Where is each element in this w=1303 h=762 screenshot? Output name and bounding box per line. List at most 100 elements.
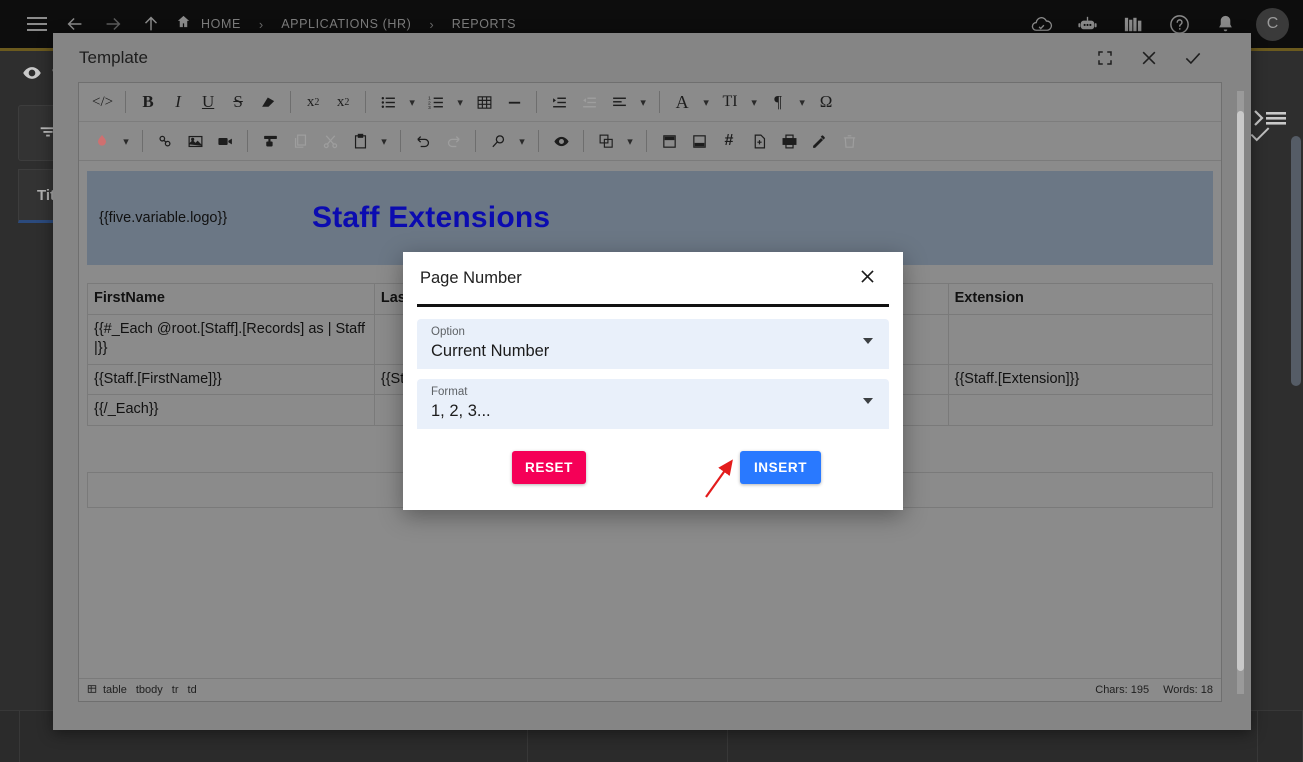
table-cell[interactable]: {{Staff.[FirstName]}} xyxy=(88,364,375,395)
outdent-icon[interactable] xyxy=(574,88,604,117)
printer-icon[interactable] xyxy=(774,127,804,156)
element-path-icon xyxy=(87,684,97,697)
font-size-chevron-down-icon[interactable]: ▾ xyxy=(745,88,763,117)
page-number-modal-actions: RESET INSERT xyxy=(417,439,889,484)
table-header-cell: FirstName xyxy=(88,284,375,315)
page-number-modal-header: Page Number xyxy=(403,252,903,304)
font-family-button[interactable]: A xyxy=(667,88,697,117)
page-header-icon[interactable] xyxy=(654,127,684,156)
font-size-button[interactable]: TI xyxy=(715,88,745,117)
copy-icon[interactable] xyxy=(285,127,315,156)
italic-button[interactable]: I xyxy=(163,88,193,117)
edit-pencil-icon[interactable] xyxy=(804,127,834,156)
page-scrollbar-track[interactable] xyxy=(1289,51,1303,710)
insert-image-icon[interactable] xyxy=(180,127,210,156)
table-cell[interactable]: {{/_Each}} xyxy=(88,395,375,426)
bold-button[interactable]: B xyxy=(133,88,163,117)
breadcrumb: HOME › APPLICATIONS (HR) › REPORTS xyxy=(176,14,524,34)
insert-button[interactable]: INSERT xyxy=(740,451,821,484)
check-icon[interactable] xyxy=(1181,46,1205,70)
undo-icon[interactable] xyxy=(408,127,438,156)
format-select-label: Format xyxy=(431,385,877,399)
toolbar-separator xyxy=(536,91,537,113)
close-icon[interactable] xyxy=(852,263,883,294)
numbered-list-chevron-down-icon[interactable]: ▾ xyxy=(451,88,469,117)
toolbar-separator xyxy=(365,91,366,113)
table-header-cell: Extension xyxy=(948,284,1212,315)
status-path-item[interactable]: tr xyxy=(172,684,179,696)
text-color-chevron-down-icon[interactable]: ▾ xyxy=(117,127,135,156)
option-select[interactable]: Option Current Number xyxy=(417,319,889,369)
superscript-button[interactable]: x2 xyxy=(298,88,328,117)
close-icon[interactable] xyxy=(1137,46,1161,70)
page-break-icon[interactable] xyxy=(744,127,774,156)
page-footer-icon[interactable] xyxy=(684,127,714,156)
format-select[interactable]: Format 1, 2, 3... xyxy=(417,379,889,429)
source-code-button[interactable]: </> xyxy=(87,88,118,117)
subscript-button[interactable]: x2 xyxy=(328,88,358,117)
template-dialog-titlebar: Template xyxy=(53,33,1251,82)
insert-link-icon[interactable] xyxy=(150,127,180,156)
paragraph-style-button[interactable]: ¶ xyxy=(763,88,793,117)
insert-table-icon[interactable] xyxy=(469,88,499,117)
editor-status-bar: table tbody tr td Chars: 195 Words: 18 xyxy=(79,678,1221,701)
document-header-band: {{five.variable.logo}} Staff Extensions xyxy=(87,171,1213,265)
table-cell[interactable]: {{#_Each @root.[Staff].[Records] as | St… xyxy=(88,314,375,364)
page-scrollbar-thumb[interactable] xyxy=(1291,136,1301,386)
underline-button[interactable]: U xyxy=(193,88,223,117)
paragraph-style-chevron-down-icon[interactable]: ▾ xyxy=(793,88,811,117)
paste-chevron-down-icon[interactable]: ▾ xyxy=(375,127,393,156)
page-number-button[interactable]: # xyxy=(714,127,744,156)
insert-video-icon[interactable] xyxy=(210,127,240,156)
toolbar-separator xyxy=(400,130,401,152)
toolbar-separator xyxy=(583,130,584,152)
bullet-list-chevron-down-icon[interactable]: ▾ xyxy=(403,88,421,117)
indent-icon[interactable] xyxy=(544,88,574,117)
align-chevron-down-icon[interactable]: ▾ xyxy=(634,88,652,117)
template-layers-icon[interactable] xyxy=(591,127,621,156)
reset-button[interactable]: RESET xyxy=(512,451,586,484)
home-icon[interactable] xyxy=(176,14,191,34)
eye-icon xyxy=(22,63,42,86)
bullet-list-icon[interactable] xyxy=(373,88,403,117)
fullscreen-icon[interactable] xyxy=(1093,46,1117,70)
format-select-value: 1, 2, 3... xyxy=(431,399,877,423)
logo-variable-text: {{five.variable.logo}} xyxy=(87,210,312,226)
strikethrough-button[interactable]: S xyxy=(223,88,253,117)
table-cell[interactable]: {{Staff.[Extension]}} xyxy=(948,364,1212,395)
redo-icon[interactable] xyxy=(438,127,468,156)
font-family-chevron-down-icon[interactable]: ▾ xyxy=(697,88,715,117)
toolbar-separator xyxy=(142,130,143,152)
breadcrumb-item-reports[interactable]: REPORTS xyxy=(444,17,524,31)
chevron-down-icon[interactable] xyxy=(863,398,873,404)
text-color-droplet-icon[interactable] xyxy=(87,127,117,156)
numbered-list-icon[interactable]: 1 23 xyxy=(421,88,451,117)
cut-scissors-icon[interactable] xyxy=(315,127,345,156)
dialog-scrollbar-thumb[interactable] xyxy=(1237,111,1244,671)
table-cell[interactable] xyxy=(948,314,1212,364)
preview-eye-icon[interactable] xyxy=(546,127,576,156)
breadcrumb-item-applications[interactable]: APPLICATIONS (HR) xyxy=(273,17,419,31)
hamburger-icon[interactable] xyxy=(18,5,56,43)
chevron-down-icon[interactable] xyxy=(863,338,873,344)
status-path-item[interactable]: tbody xyxy=(136,684,163,696)
page-number-modal-body: Option Current Number Format 1, 2, 3... … xyxy=(403,307,903,484)
toolbar-separator xyxy=(290,91,291,113)
template-chevron-down-icon[interactable]: ▾ xyxy=(621,127,639,156)
align-left-icon[interactable] xyxy=(604,88,634,117)
option-select-value: Current Number xyxy=(431,339,877,363)
find-replace-chevron-down-icon[interactable]: ▾ xyxy=(513,127,531,156)
trash-icon[interactable] xyxy=(834,127,864,156)
find-replace-search-icon[interactable] xyxy=(483,127,513,156)
breadcrumb-item-home[interactable]: HOME xyxy=(193,17,249,31)
table-cell[interactable] xyxy=(948,395,1212,426)
format-painter-icon[interactable] xyxy=(255,127,285,156)
remove-format-icon[interactable] xyxy=(253,88,283,117)
special-character-button[interactable]: Ω xyxy=(811,88,841,117)
status-path-item[interactable]: table xyxy=(103,684,127,696)
horizontal-rule-icon[interactable] xyxy=(499,88,529,117)
status-path-item[interactable]: td xyxy=(188,684,197,696)
document-heading: Staff Extensions xyxy=(312,201,550,235)
avatar[interactable]: C xyxy=(1256,8,1289,41)
paste-clipboard-icon[interactable] xyxy=(345,127,375,156)
